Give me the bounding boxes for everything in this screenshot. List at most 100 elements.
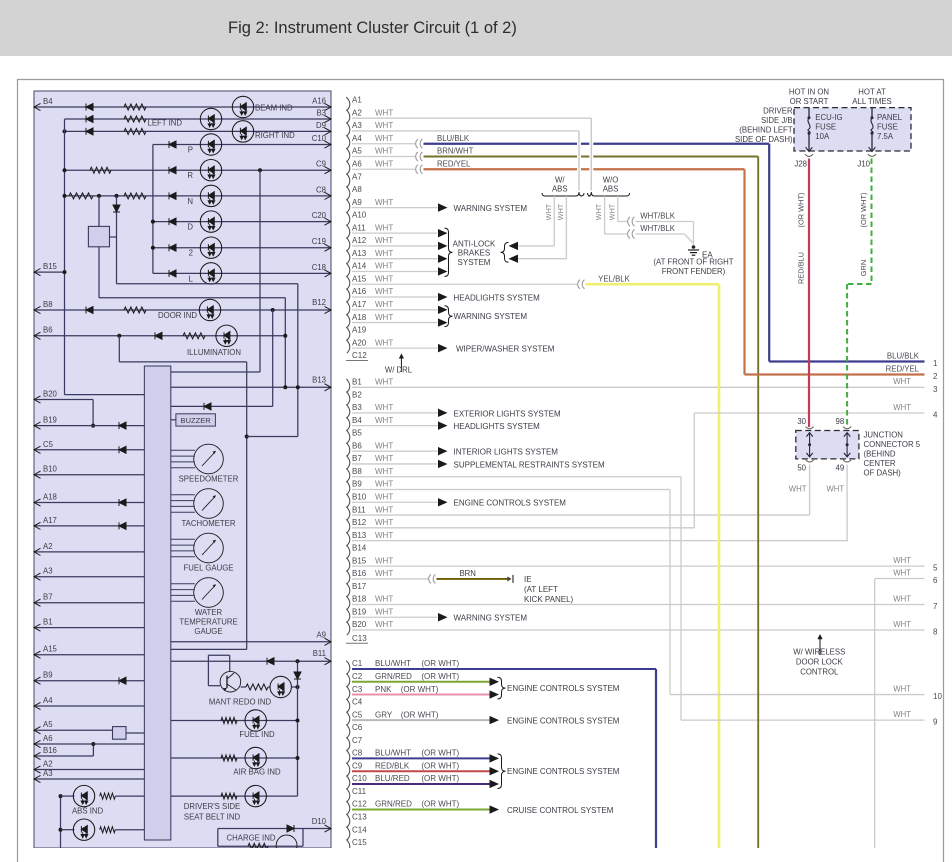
svg-text:KICK PANEL): KICK PANEL) xyxy=(524,595,574,604)
svg-text:B8: B8 xyxy=(43,300,53,309)
svg-text:HEADLIGHTS SYSTEM: HEADLIGHTS SYSTEM xyxy=(454,293,541,302)
svg-text:A2: A2 xyxy=(352,108,362,117)
svg-text:(BEHIND: (BEHIND xyxy=(864,450,896,459)
svg-text:B12: B12 xyxy=(312,298,326,307)
svg-text:C11: C11 xyxy=(352,787,367,796)
svg-text:WHT: WHT xyxy=(375,300,393,309)
svg-text:BRN/WHT: BRN/WHT xyxy=(437,147,474,156)
svg-text:ENGINE CONTROLS SYSTEM: ENGINE CONTROLS SYSTEM xyxy=(454,499,567,508)
svg-text:RIGHT IND: RIGHT IND xyxy=(255,131,295,140)
svg-text:WHT: WHT xyxy=(375,492,393,501)
svg-text:B13: B13 xyxy=(312,375,326,384)
svg-text:(OR WHT): (OR WHT) xyxy=(421,800,459,809)
svg-text:FUSE: FUSE xyxy=(815,123,836,132)
svg-text:7.5A: 7.5A xyxy=(877,132,894,141)
svg-text:CENTER: CENTER xyxy=(864,459,896,468)
svg-text:8: 8 xyxy=(933,628,938,637)
svg-text:A19: A19 xyxy=(352,326,367,335)
svg-text:C8: C8 xyxy=(352,749,363,758)
svg-text:A7: A7 xyxy=(352,172,362,181)
svg-text:C9: C9 xyxy=(352,761,363,770)
svg-text:30: 30 xyxy=(797,417,806,426)
svg-text:SPEEDOMETER: SPEEDOMETER xyxy=(179,475,239,484)
svg-text:B10: B10 xyxy=(352,492,367,501)
svg-text:BLU/RED: BLU/RED xyxy=(375,774,410,783)
svg-text:W/: W/ xyxy=(555,175,565,184)
svg-text:B7: B7 xyxy=(352,454,362,463)
svg-text:A11: A11 xyxy=(352,223,366,232)
svg-text:SEAT BELT IND: SEAT BELT IND xyxy=(184,812,241,821)
svg-text:ECU-IG: ECU-IG xyxy=(815,113,842,122)
svg-text:4: 4 xyxy=(933,411,938,420)
svg-text:C9: C9 xyxy=(316,160,326,169)
svg-text:C13: C13 xyxy=(352,634,367,643)
svg-text:C14: C14 xyxy=(352,825,367,834)
svg-text:WARNING SYSTEM: WARNING SYSTEM xyxy=(454,614,528,623)
svg-text:CONNECTOR 5: CONNECTOR 5 xyxy=(864,440,921,449)
svg-text:B1: B1 xyxy=(43,618,53,627)
svg-text:A2: A2 xyxy=(43,760,53,769)
svg-text:C1: C1 xyxy=(352,659,363,668)
svg-text:(OR WHT): (OR WHT) xyxy=(859,193,868,228)
svg-text:B1: B1 xyxy=(352,378,362,387)
svg-text:B15: B15 xyxy=(43,262,58,271)
svg-text:A16: A16 xyxy=(312,97,326,106)
svg-text:WHT: WHT xyxy=(375,556,393,565)
svg-text:B6: B6 xyxy=(352,441,362,450)
svg-text:ABS: ABS xyxy=(603,184,619,193)
svg-text:1: 1 xyxy=(933,359,938,368)
svg-text:C10: C10 xyxy=(312,134,327,143)
svg-text:CONTROL: CONTROL xyxy=(800,668,839,677)
svg-text:A16: A16 xyxy=(352,287,367,296)
svg-text:B4: B4 xyxy=(352,416,362,425)
svg-text:B9: B9 xyxy=(43,671,53,680)
svg-text:50: 50 xyxy=(797,464,806,473)
svg-text:WHT/BLK: WHT/BLK xyxy=(640,212,675,221)
svg-text:(OR WHT): (OR WHT) xyxy=(421,672,459,681)
svg-text:WHT: WHT xyxy=(893,556,911,565)
svg-text:W/O: W/O xyxy=(603,175,619,184)
svg-text:P: P xyxy=(188,146,193,155)
svg-text:B19: B19 xyxy=(43,416,57,425)
svg-text:WHT: WHT xyxy=(789,485,807,494)
svg-text:RED/YEL: RED/YEL xyxy=(437,159,471,168)
svg-text:B2: B2 xyxy=(352,390,362,399)
svg-text:10A: 10A xyxy=(815,132,830,141)
svg-text:BLU/WHT: BLU/WHT xyxy=(375,749,411,758)
svg-text:WHT/BLK: WHT/BLK xyxy=(640,224,675,233)
svg-text:ANTI-LOCK: ANTI-LOCK xyxy=(453,239,496,248)
svg-text:WHT: WHT xyxy=(893,377,911,386)
svg-text:BUZZER: BUZZER xyxy=(180,416,211,425)
svg-text:WHT: WHT xyxy=(608,203,617,220)
svg-text:6: 6 xyxy=(933,576,938,585)
svg-text:ILLUMINATION: ILLUMINATION xyxy=(187,348,241,357)
svg-text:B8: B8 xyxy=(352,467,362,476)
svg-text:W/ WIRELESS: W/ WIRELESS xyxy=(793,648,845,657)
svg-text:A14: A14 xyxy=(352,262,367,271)
svg-text:MANT REDO IND: MANT REDO IND xyxy=(209,698,272,707)
svg-text:A6: A6 xyxy=(43,734,53,743)
svg-text:A20: A20 xyxy=(352,338,367,347)
svg-text:BRN: BRN xyxy=(459,569,475,578)
svg-text:RED/YEL: RED/YEL xyxy=(886,364,920,373)
svg-text:C10: C10 xyxy=(352,774,367,783)
svg-text:(OR WHT): (OR WHT) xyxy=(421,749,459,758)
svg-text:A15: A15 xyxy=(43,645,58,654)
svg-text:WHT: WHT xyxy=(375,108,393,117)
svg-text:B17: B17 xyxy=(352,582,367,591)
svg-text:WHT: WHT xyxy=(375,121,393,130)
svg-text:WATER: WATER xyxy=(195,608,223,617)
svg-text:WHT: WHT xyxy=(375,569,393,578)
svg-text:A18: A18 xyxy=(43,493,57,502)
svg-text:A5: A5 xyxy=(43,720,53,729)
svg-text:(AT LEFT: (AT LEFT xyxy=(524,585,558,594)
svg-text:B11: B11 xyxy=(313,649,326,658)
svg-text:WHT: WHT xyxy=(375,223,393,232)
svg-text:GRN: GRN xyxy=(859,260,868,276)
svg-text:WHT: WHT xyxy=(375,338,393,347)
svg-text:PANEL: PANEL xyxy=(877,113,903,122)
svg-text:WHT: WHT xyxy=(375,262,393,271)
svg-text:WHT: WHT xyxy=(375,198,393,207)
svg-text:RED/BLU: RED/BLU xyxy=(797,252,806,284)
svg-text:WHT: WHT xyxy=(375,480,393,489)
